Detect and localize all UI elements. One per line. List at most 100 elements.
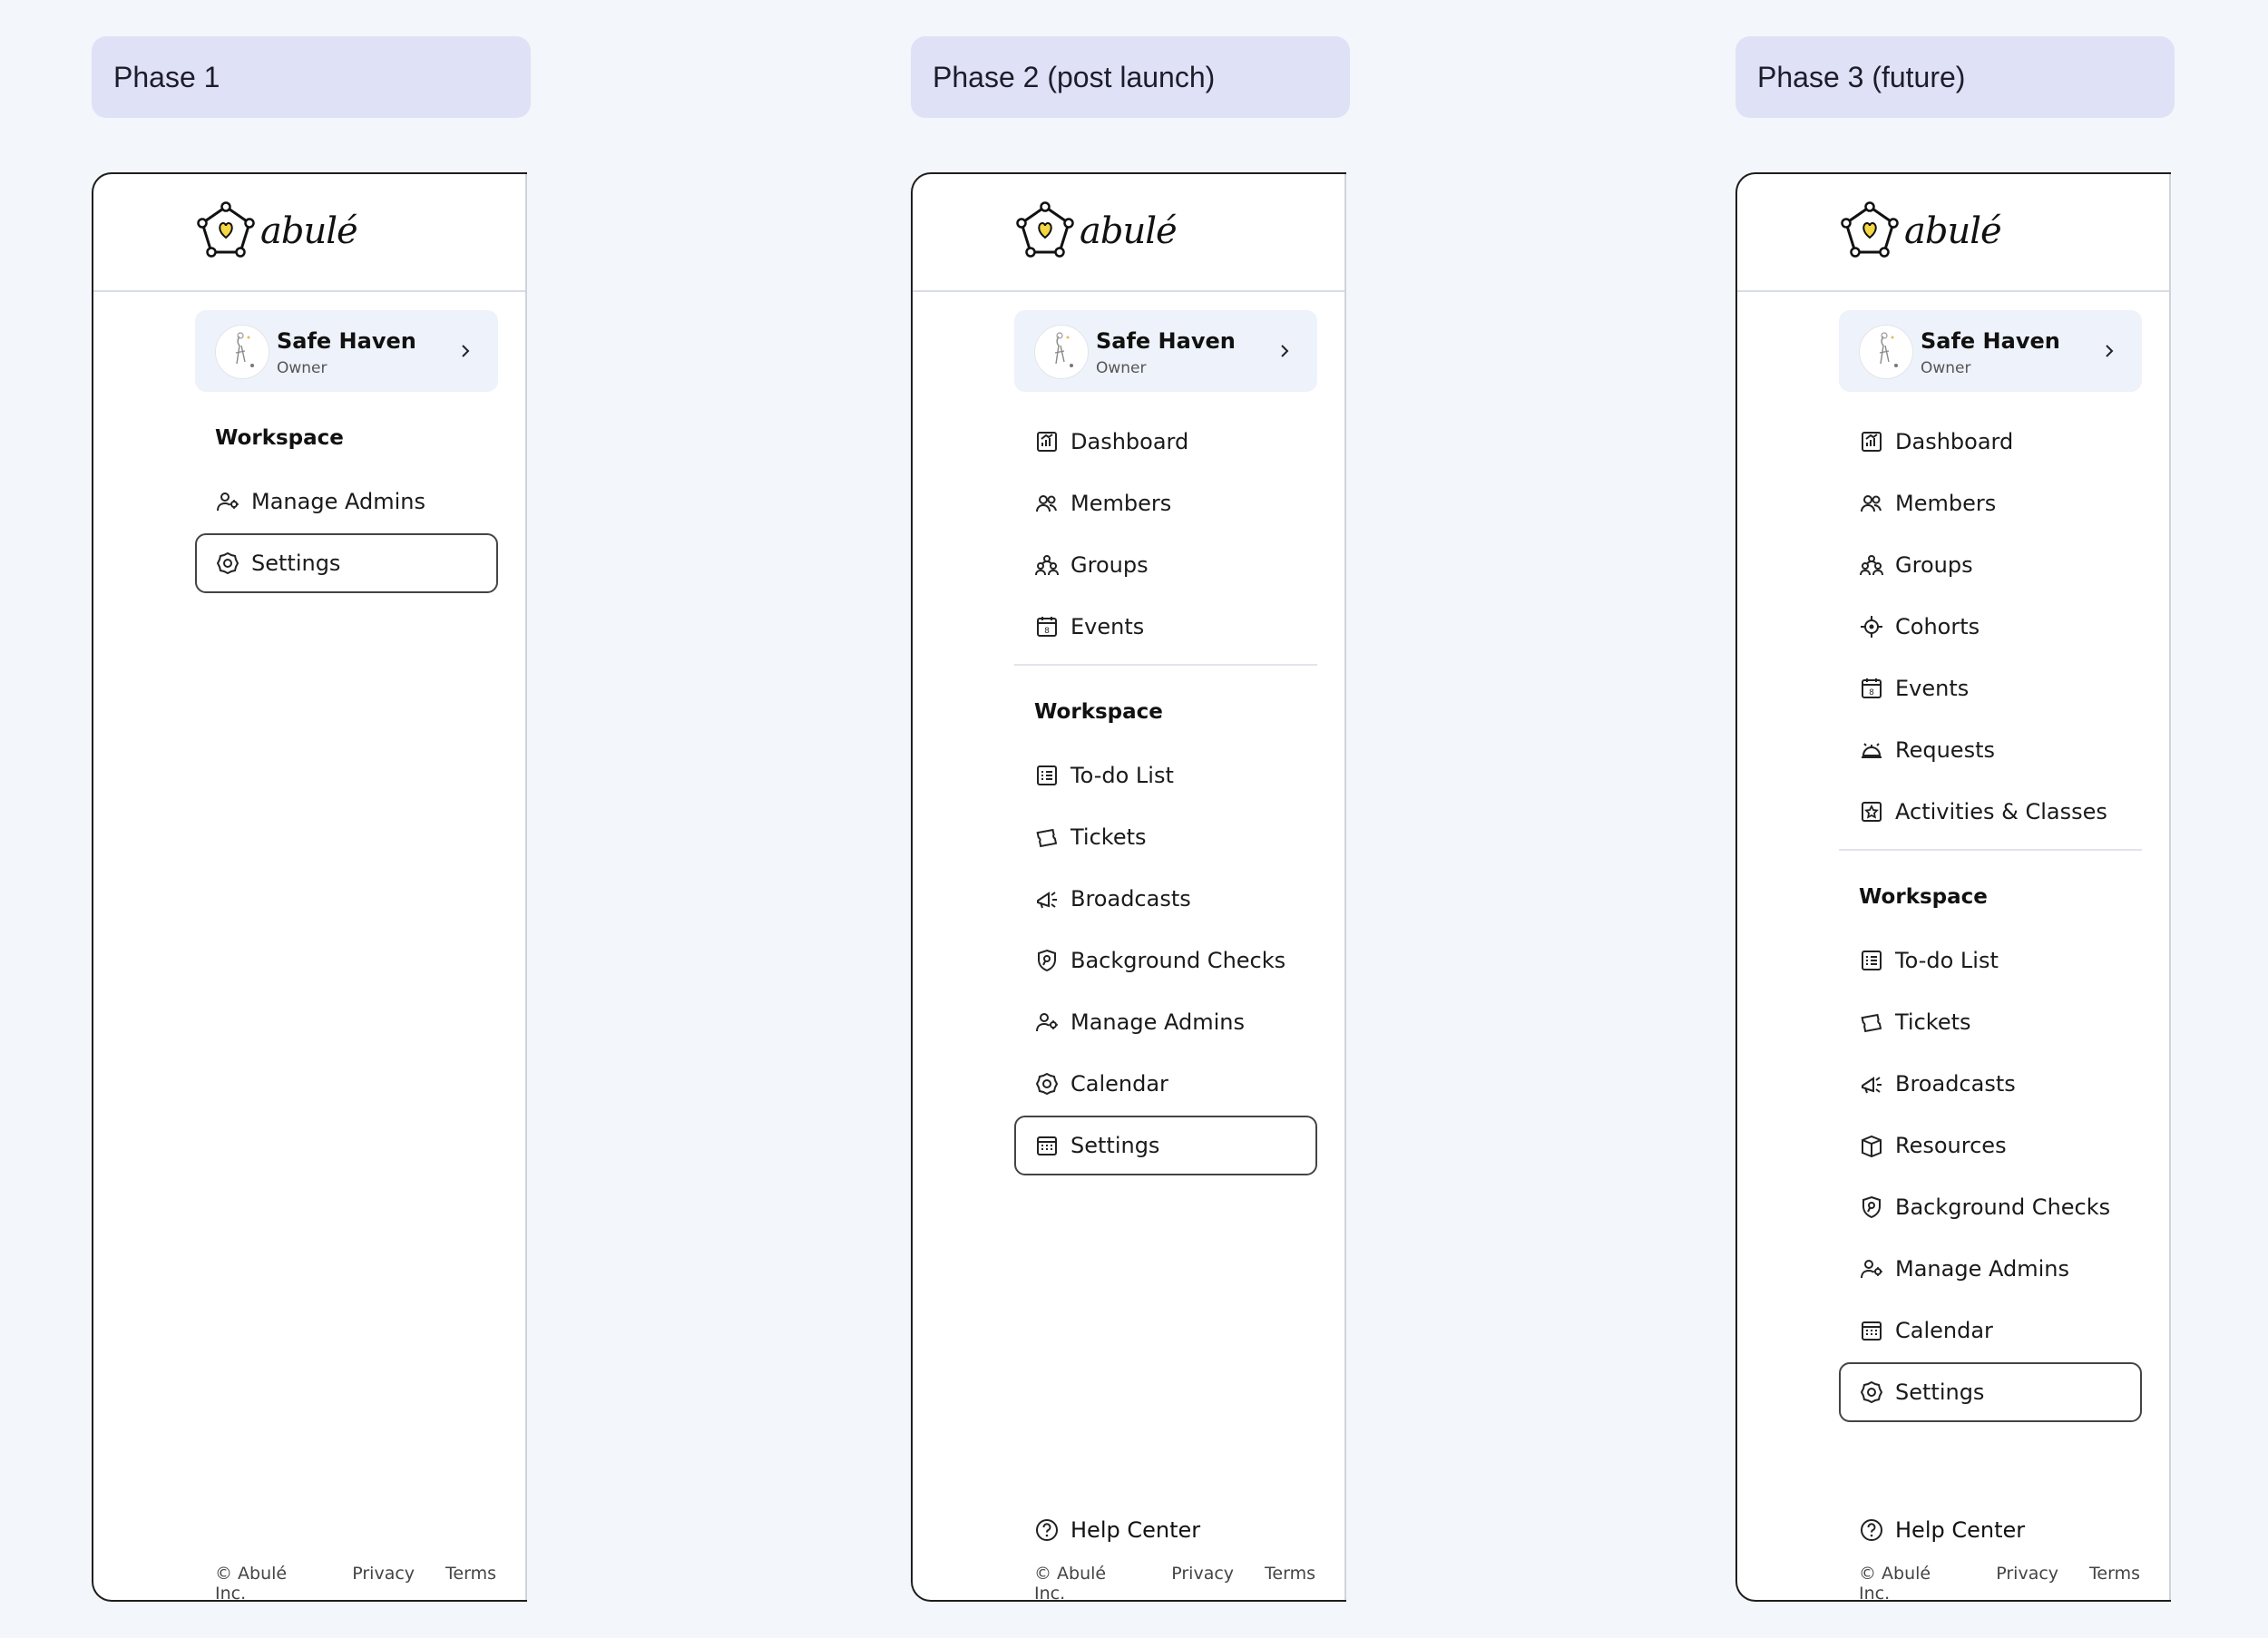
nav-item-groups[interactable]: Groups (1839, 535, 2142, 595)
nav-item-dashboard[interactable]: Dashboard (1014, 412, 1317, 472)
help-icon (1861, 1519, 1882, 1541)
help-center-link[interactable]: Help Center (1014, 1500, 1317, 1560)
phase-2-label: Phase 2 (post launch) (911, 36, 1350, 118)
broadcasts-icon (1862, 1077, 1882, 1094)
calendar-icon (1862, 1321, 1882, 1341)
nav-item-label: Background Checks (1070, 948, 1286, 973)
abule-logo[interactable]: abulé (1014, 201, 1178, 261)
groups-icon (1860, 555, 1883, 576)
nav-item-members[interactable]: Members (1014, 473, 1317, 533)
nav-item-settings[interactable]: Settings (195, 533, 498, 593)
nav-item-background-checks[interactable]: Background Checks (1014, 931, 1317, 990)
footer-copyright: © Abulé Inc. (1034, 1564, 1107, 1602)
profile-name: Safe Haven (277, 328, 416, 354)
nav-item-label: Resources (1895, 1133, 2007, 1158)
logo-bar: abulé (913, 174, 1346, 292)
nav-item-manage-admins[interactable]: Manage Admins (195, 472, 498, 531)
section-divider (1839, 849, 2142, 851)
nav-item-broadcasts[interactable]: Broadcasts (1014, 869, 1317, 929)
svg-text:8: 8 (1044, 627, 1050, 636)
nav-item-background-checks[interactable]: Background Checks (1839, 1177, 2142, 1237)
nav-item-label: Calendar (1895, 1318, 1993, 1343)
nav-item-label: Manage Admins (251, 489, 425, 514)
footer-terms-link[interactable]: Terms (2089, 1564, 2140, 1600)
tickets-icon (1036, 828, 1058, 848)
nav-item-to-do-list[interactable]: To-do List (1839, 931, 2142, 990)
nav-item-manage-admins[interactable]: Manage Admins (1839, 1239, 2142, 1299)
footer: © Abulé Inc. Privacy Terms (1034, 1564, 1346, 1602)
help-icon (1036, 1519, 1058, 1541)
nav-item-label: Dashboard (1895, 429, 2014, 454)
workspace-section-title: Workspace (1034, 700, 1163, 724)
profile-name: Safe Haven (1096, 328, 1236, 354)
help-center-label: Help Center (1070, 1517, 1201, 1543)
settings-icon (216, 551, 240, 575)
profile-switcher[interactable]: Safe Haven Owner (1839, 310, 2142, 392)
nav-item-tickets[interactable]: Tickets (1839, 992, 2142, 1052)
nav-item-label: Cohorts (1895, 614, 1980, 639)
profile-role: Owner (277, 359, 327, 377)
calendar-icon (1037, 1136, 1057, 1155)
nav-item-label: Members (1070, 491, 1172, 516)
phase-3-sidebar: abulé Safe Haven Owner Dashboard Members Grou… (1735, 172, 2171, 1602)
broadcasts-icon (1037, 892, 1057, 909)
nav-item-dashboard[interactable]: Dashboard (1839, 412, 2142, 472)
nav-item-label: Manage Admins (1895, 1256, 2069, 1282)
footer-copyright: © Abulé Inc. (1859, 1564, 1931, 1602)
dashboard-icon (1862, 432, 1882, 452)
background-checks-icon (1862, 1195, 1881, 1219)
settings-icon (1035, 1072, 1059, 1096)
phase-1-sidebar: abulé Safe Haven Owner Workspace Manage Admi… (92, 172, 527, 1602)
nav-item-label: Settings (1895, 1380, 1985, 1405)
tickets-icon (1861, 1013, 1882, 1033)
events-icon: 8 (1862, 678, 1882, 698)
profile-switcher[interactable]: Safe Haven Owner (1014, 310, 1317, 392)
nav-item-broadcasts[interactable]: Broadcasts (1839, 1054, 2142, 1114)
nav-item-manage-admins[interactable]: Manage Admins (1014, 992, 1317, 1052)
footer-privacy-link[interactable]: Privacy (352, 1564, 415, 1600)
nav-item-cohorts[interactable]: Cohorts (1839, 597, 2142, 657)
nav-item-calendar[interactable]: Calendar (1839, 1301, 2142, 1360)
nav-item-label: To-do List (1070, 763, 1174, 788)
footer: © Abulé Inc. Privacy Terms (1859, 1564, 2171, 1602)
profile-switcher[interactable]: Safe Haven Owner (195, 310, 498, 392)
nav-item-label: Broadcasts (1895, 1071, 2016, 1097)
abule-logo[interactable]: abulé (195, 201, 358, 261)
brand-wordmark: abulé (1904, 210, 2002, 252)
nav-item-requests[interactable]: Requests (1839, 720, 2142, 780)
profile-role: Owner (1096, 359, 1147, 377)
footer-privacy-link[interactable]: Privacy (1996, 1564, 2058, 1600)
nav-item-label: Events (1895, 676, 1970, 701)
nav-item-calendar[interactable]: Calendar (1014, 1054, 1317, 1114)
help-center-link[interactable]: Help Center (1839, 1500, 2142, 1560)
svg-text:8: 8 (1869, 688, 1874, 697)
nav-item-settings[interactable]: Settings (1839, 1362, 2142, 1422)
nav-item-events[interactable]: 8 Events (1839, 658, 2142, 718)
nav-item-label: To-do List (1895, 948, 1999, 973)
footer-terms-link[interactable]: Terms (1265, 1564, 1315, 1600)
resources-icon (1862, 1135, 1882, 1158)
nav-item-label: Manage Admins (1070, 1009, 1245, 1035)
nav-item-members[interactable]: Members (1839, 473, 2142, 533)
nav-item-label: Background Checks (1895, 1194, 2111, 1220)
nav-item-tickets[interactable]: Tickets (1014, 807, 1317, 867)
nav-item-label: Calendar (1070, 1071, 1168, 1097)
nav-item-activities-and-classes[interactable]: Activities & Classes (1839, 782, 2142, 842)
members-icon (1861, 495, 1882, 512)
brand-wordmark: abulé (260, 210, 358, 252)
nav-item-settings[interactable]: Settings (1014, 1116, 1317, 1175)
nav-item-events[interactable]: 8 Events (1014, 597, 1317, 657)
nav-item-label: Settings (251, 551, 341, 576)
nav-item-to-do-list[interactable]: To-do List (1014, 746, 1317, 805)
abule-logo-icon (1016, 201, 1074, 258)
manage-admins-icon (1861, 1260, 1882, 1279)
nav-item-resources[interactable]: Resources (1839, 1116, 2142, 1175)
footer-terms-link[interactable]: Terms (445, 1564, 496, 1600)
dashboard-icon (1037, 432, 1057, 452)
footer-privacy-link[interactable]: Privacy (1171, 1564, 1234, 1600)
settings-icon (1860, 1380, 1883, 1404)
avatar (1859, 325, 1913, 379)
abule-logo[interactable]: abulé (1839, 201, 2002, 261)
nav-item-groups[interactable]: Groups (1014, 535, 1317, 595)
manage-admins-icon (217, 492, 239, 512)
